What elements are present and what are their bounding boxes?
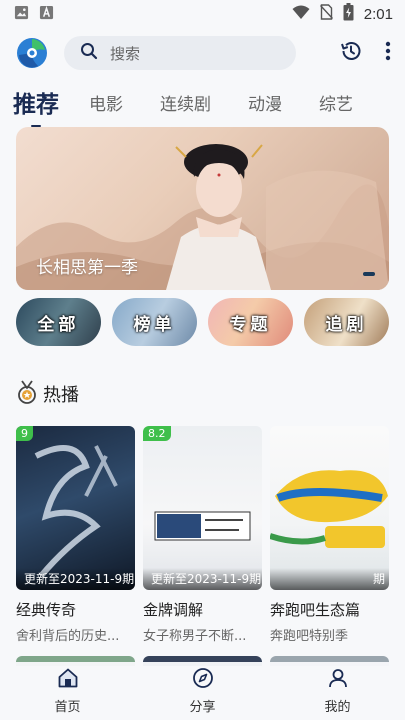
hot-card[interactable]: 8.2 更新至2023-11-9期 金牌调解 女子称男子不断... [143, 426, 262, 644]
search-bar[interactable]: 搜索 [64, 36, 296, 70]
card-subtitle: 舍利背后的历史... [16, 629, 120, 644]
card-subtitle: 奔跑吧特别季 [270, 629, 349, 644]
score-badge: 9 [16, 426, 33, 441]
category-tabs: 推荐 电影 连续剧 动漫 综艺 [0, 78, 405, 127]
hot-card[interactable]: 期 奔跑吧生态篇 奔跑吧特别季 [270, 426, 389, 644]
card-title: 金牌调解 [143, 601, 204, 619]
pill-all[interactable]: 全部 [16, 298, 101, 346]
poster-artwork [154, 511, 251, 541]
nav-mine[interactable]: 我的 [298, 667, 378, 715]
update-label: 期 [270, 568, 389, 590]
hero-banner[interactable]: 长相思第一季 [16, 127, 389, 290]
history-icon[interactable] [339, 39, 363, 67]
card-poster: 8.2 更新至2023-11-9期 [143, 426, 262, 590]
search-icon [80, 42, 98, 64]
shortcut-pills: 全部 榜单 专题 追剧 [16, 298, 389, 346]
search-placeholder: 搜索 [110, 44, 141, 63]
pill-follow[interactable]: 追剧 [304, 298, 389, 346]
nav-share[interactable]: 分享 [163, 667, 243, 715]
top-bar: 搜索 [0, 28, 405, 78]
card-poster: 期 [270, 426, 389, 590]
nav-mine-label: 我的 [324, 700, 351, 715]
pill-all-label: 全部 [37, 314, 80, 335]
tab-anime[interactable]: 动漫 [248, 90, 282, 115]
card-title: 奔跑吧生态篇 [270, 601, 361, 619]
poster-artwork [34, 445, 118, 578]
nav-home[interactable]: 首页 [28, 667, 108, 715]
medal-icon [16, 380, 38, 408]
no-sim-icon [319, 4, 333, 24]
nav-home-label: 首页 [54, 700, 81, 715]
pill-ranking-label: 榜单 [133, 314, 176, 335]
user-icon [327, 667, 349, 693]
card-title: 经典传奇 [16, 601, 77, 619]
bottom-nav: 首页 分享 我的 [0, 662, 405, 720]
tab-recommend[interactable]: 推荐 [13, 85, 59, 127]
tab-movie[interactable]: 电影 [89, 90, 123, 115]
wifi-icon [292, 5, 310, 24]
pill-topics[interactable]: 专题 [208, 298, 293, 346]
compass-icon [192, 667, 214, 693]
home-icon [57, 667, 79, 693]
clock-time: 2:01 [363, 5, 393, 23]
tab-variety[interactable]: 综艺 [319, 90, 353, 115]
status-bar: 2:01 [0, 0, 405, 28]
update-label: 更新至2023-11-9期 [16, 568, 135, 590]
card-poster: 9 更新至2023-11-9期 [16, 426, 135, 590]
tab-series[interactable]: 连续剧 [160, 90, 211, 115]
more-vert-icon[interactable] [385, 41, 391, 65]
banner-caption: 长相思第一季 [36, 258, 138, 278]
image-icon [14, 5, 29, 24]
battery-charging-icon [343, 3, 354, 25]
update-label: 更新至2023-11-9期 [143, 568, 262, 590]
pill-follow-label: 追剧 [325, 314, 368, 335]
card-subtitle: 女子称男子不断... [143, 629, 247, 644]
poster-artwork [270, 470, 388, 548]
banner-page-indicator [363, 272, 375, 276]
score-badge: 8.2 [143, 426, 171, 441]
nav-share-label: 分享 [189, 700, 216, 715]
a-icon [39, 5, 54, 24]
pill-topics-label: 专题 [229, 314, 272, 335]
pill-ranking[interactable]: 榜单 [112, 298, 197, 346]
hot-card[interactable]: 9 更新至2023-11-9期 经典传奇 舍利背后的历史... [16, 426, 135, 644]
hot-card-list: 9 更新至2023-11-9期 经典传奇 舍利背后的历史... 8.2 更新至2… [16, 426, 389, 644]
hot-section-title: 热播 [43, 385, 79, 406]
hot-section-header: 热播 [16, 380, 79, 408]
app-logo[interactable] [16, 37, 48, 69]
